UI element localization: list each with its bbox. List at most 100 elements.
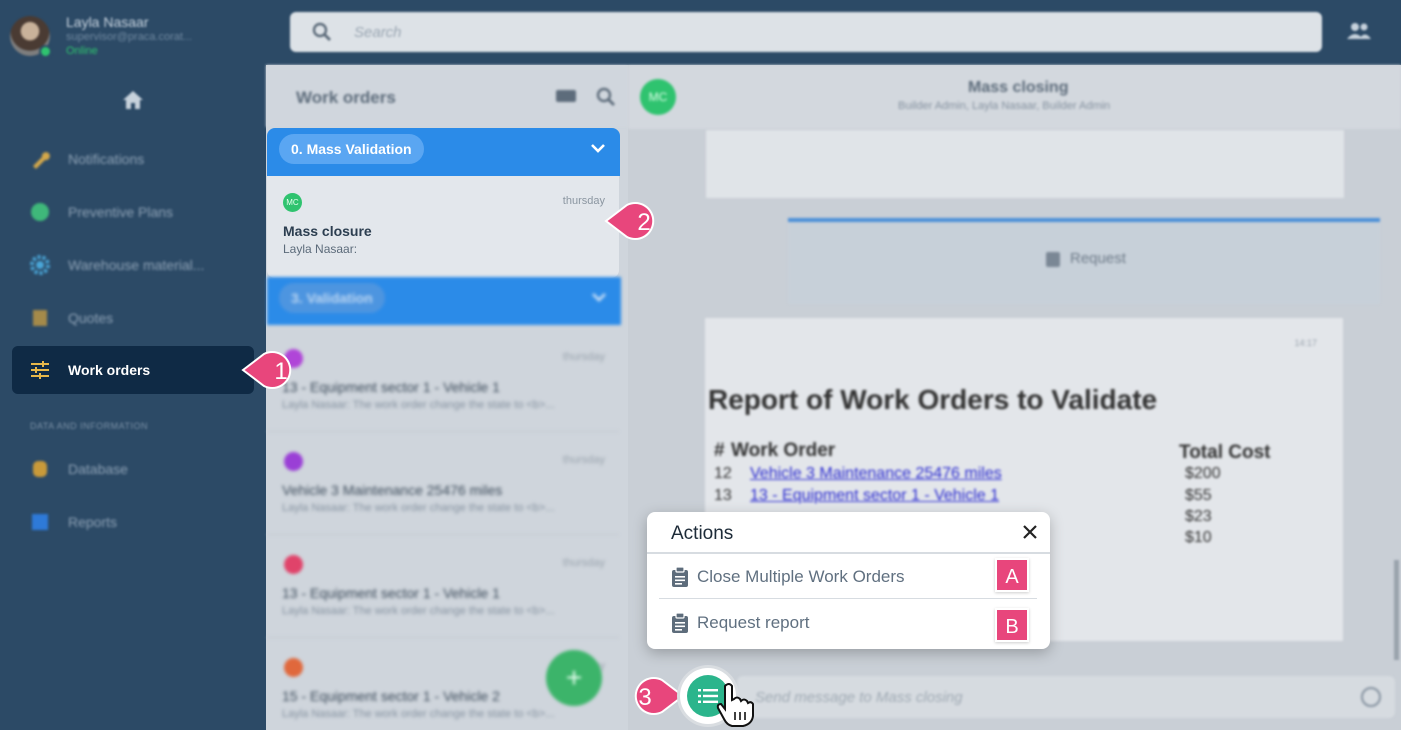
chat-participants: Builder Admin, Layla Nasaar, Builder Adm… bbox=[898, 100, 1111, 112]
emoji-icon[interactable] bbox=[1361, 687, 1381, 707]
avatar: MC bbox=[640, 79, 676, 115]
home-icon[interactable] bbox=[122, 90, 144, 110]
search-icon[interactable] bbox=[596, 87, 616, 107]
list-header: Work orders bbox=[266, 65, 628, 127]
close-icon[interactable] bbox=[1022, 524, 1038, 540]
clipboard-icon bbox=[671, 566, 689, 587]
item-title: Mass closure bbox=[283, 223, 372, 239]
plus-icon: + bbox=[565, 662, 583, 693]
avatar bbox=[10, 16, 52, 58]
item-subtitle: Layla Nasaar: The work order change the … bbox=[282, 502, 555, 514]
divider bbox=[267, 637, 619, 638]
report-row-cost: $55 bbox=[1185, 487, 1212, 504]
item-date: thursday bbox=[562, 454, 605, 466]
chevron-down-icon[interactable] bbox=[590, 142, 606, 154]
message-placeholder: Send message to Mass closing bbox=[755, 689, 963, 706]
item-title: 13 - Equipment sector 1 - Vehicle 1 bbox=[282, 585, 500, 601]
scrollbar[interactable] bbox=[1394, 560, 1399, 660]
list-item[interactable]: thursday 13 - Equipment sector 1 - Vehic… bbox=[267, 536, 619, 638]
sidebar-item-warehouse[interactable]: Warehouse material... bbox=[12, 241, 254, 289]
user-profile[interactable]: Layla Nasaar supervisor@praca.corat... O… bbox=[10, 12, 260, 60]
reports-icon bbox=[12, 512, 68, 532]
clipboard-icon bbox=[671, 613, 689, 633]
item-title: 15 - Equipment sector 1 - Vehicle 2 bbox=[282, 688, 500, 704]
report-row-num: 13 bbox=[714, 487, 732, 504]
callout-number: 2 bbox=[637, 209, 651, 236]
item-subtitle: Layla Nasaar: The work order change the … bbox=[282, 605, 555, 617]
action-label: Close Multiple Work Orders bbox=[697, 566, 905, 586]
chevron-down-icon[interactable] bbox=[591, 291, 607, 303]
actions-popup: Actions Close Multiple Work Orders Reque… bbox=[647, 512, 1050, 649]
item-date: thursday bbox=[562, 557, 605, 569]
item-subtitle: Layla Nasaar: bbox=[283, 242, 358, 256]
filter-icon[interactable] bbox=[556, 87, 576, 105]
search-input[interactable]: Search bbox=[290, 12, 1322, 52]
chat-title: Mass closing bbox=[968, 79, 1069, 96]
divider bbox=[267, 534, 619, 535]
sidebar-item-label: Notifications bbox=[68, 151, 145, 167]
database-icon bbox=[12, 459, 68, 479]
sidebar-item-label: Warehouse material... bbox=[68, 257, 205, 273]
section-label: DATA AND INFORMATION bbox=[30, 421, 149, 431]
search-placeholder: Search bbox=[354, 24, 402, 41]
sidebar-item-label: Reports bbox=[68, 514, 118, 530]
chat-header: MC Mass closing Builder Admin, Layla Nas… bbox=[628, 65, 1401, 129]
user-name: Layla Nasaar bbox=[66, 14, 149, 30]
online-indicator bbox=[39, 45, 52, 58]
callout-2: 2 bbox=[603, 201, 669, 241]
sidebar-item-notifications[interactable]: Notifications bbox=[12, 135, 254, 183]
report-row-link[interactable]: Vehicle 3 Maintenance 25476 miles bbox=[750, 465, 1002, 483]
sliders-icon bbox=[12, 361, 68, 379]
list-title: Work orders bbox=[296, 88, 396, 107]
sidebar-item-label: Quotes bbox=[68, 310, 114, 326]
report-row-cost: $10 bbox=[1185, 529, 1212, 546]
list-item-selected[interactable]: MC thursday Mass closure Layla Nasaar: bbox=[267, 176, 619, 278]
sidebar-item-label: Database bbox=[68, 461, 128, 477]
popup-title: Actions bbox=[671, 523, 734, 544]
request-report-action[interactable]: Request report bbox=[659, 601, 1037, 645]
group-validation[interactable]: 3. Validation bbox=[267, 277, 621, 325]
sidebar-item-reports[interactable]: Reports bbox=[12, 498, 254, 546]
clipboard-icon bbox=[1046, 251, 1060, 267]
avatar bbox=[284, 555, 303, 574]
close-multiple-work-orders-action[interactable]: Close Multiple Work Orders bbox=[659, 555, 1037, 599]
group-mass-validation[interactable]: 0. Mass Validation bbox=[267, 128, 620, 176]
hand-cursor-icon bbox=[715, 682, 755, 728]
message-bubble bbox=[706, 130, 1344, 198]
message-input[interactable]: Send message to Mass closing bbox=[737, 676, 1395, 718]
avatar: MC bbox=[283, 193, 302, 212]
avatar bbox=[284, 452, 303, 471]
report-row-cost: $200 bbox=[1185, 465, 1221, 482]
item-date: thursday bbox=[562, 351, 605, 363]
report-row-link[interactable]: 13 - Equipment sector 1 - Vehicle 1 bbox=[750, 487, 999, 505]
group-label: 3. Validation bbox=[279, 283, 385, 313]
list-item[interactable]: thursday Vehicle 3 Maintenance 25476 mil… bbox=[267, 433, 619, 535]
report-row-cost: $23 bbox=[1185, 508, 1212, 525]
request-label: Request bbox=[1070, 250, 1126, 267]
item-date: thursday bbox=[562, 195, 605, 207]
item-subtitle: Layla Nasaar: The work order change the … bbox=[282, 708, 555, 720]
col-header-hash: # bbox=[714, 440, 725, 461]
report-title: Report of Work Orders to Validate bbox=[708, 384, 1158, 415]
add-button[interactable]: + bbox=[546, 650, 602, 706]
search-icon bbox=[312, 22, 332, 42]
callout-badge-a: A bbox=[995, 558, 1029, 592]
top-bar: Search bbox=[266, 0, 1401, 65]
divider bbox=[267, 431, 619, 432]
contacts-icon[interactable] bbox=[1347, 22, 1371, 40]
sidebar-item-preventive-plans[interactable]: Preventive Plans bbox=[12, 188, 254, 236]
callout-number: 3 bbox=[638, 684, 652, 711]
user-status[interactable]: Online bbox=[66, 45, 98, 57]
action-label: Request report bbox=[697, 613, 810, 632]
sidebar-item-database[interactable]: Database bbox=[12, 445, 254, 493]
message-time: 14:17 bbox=[1294, 338, 1317, 348]
user-email: supervisor@praca.corat... bbox=[66, 31, 193, 43]
sidebar-item-work-orders[interactable]: Work orders bbox=[12, 346, 254, 394]
report-row-num: 12 bbox=[714, 465, 732, 482]
col-header-total-cost: Total Cost bbox=[1179, 442, 1271, 463]
col-header-work-order: Work Order bbox=[731, 440, 836, 461]
item-subtitle: Layla Nasaar: The work order change the … bbox=[282, 399, 555, 411]
sidebar-item-label: Work orders bbox=[68, 362, 151, 378]
list-item[interactable]: thursday 13 - Equipment sector 1 - Vehic… bbox=[267, 330, 619, 432]
sidebar-item-quotes[interactable]: Quotes bbox=[12, 294, 254, 342]
